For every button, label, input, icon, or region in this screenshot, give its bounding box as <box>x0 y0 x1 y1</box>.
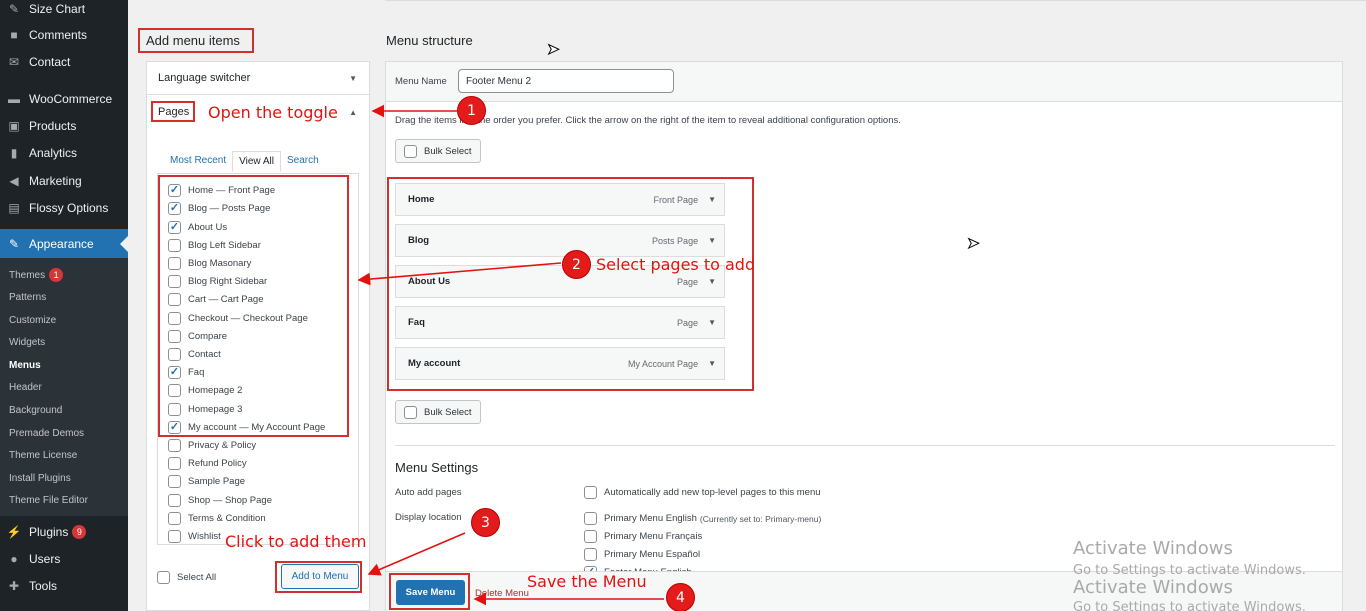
activate-windows-subtitle: Go to Settings to activate Windows. <box>1073 563 1306 578</box>
activate-windows-subtitle-2: Go to Settings to activate Windows. <box>1073 600 1306 611</box>
arrow-step-3 <box>367 532 466 576</box>
activate-windows-title-2: Activate Windows <box>1073 577 1233 598</box>
activate-windows-title: Activate Windows <box>1073 538 1233 559</box>
step-2-text: Select pages to add <box>596 255 753 274</box>
step-1-badge: 1 <box>457 96 486 125</box>
step-3-badge: 3 <box>471 508 500 537</box>
step-4-text: Save the Menu <box>527 572 647 591</box>
step-1-text: Open the toggle <box>208 103 338 122</box>
arrow-step-2 <box>357 262 562 286</box>
mouse-cursor-icon: ➤ <box>547 41 561 59</box>
annotation-arrows <box>357 104 664 606</box>
step-2-badge: 2 <box>562 250 591 279</box>
mouse-cursor-icon: ➤ <box>967 235 981 253</box>
step-3-text: Click to add them <box>225 532 367 551</box>
step-4-badge: 4 <box>666 583 695 611</box>
